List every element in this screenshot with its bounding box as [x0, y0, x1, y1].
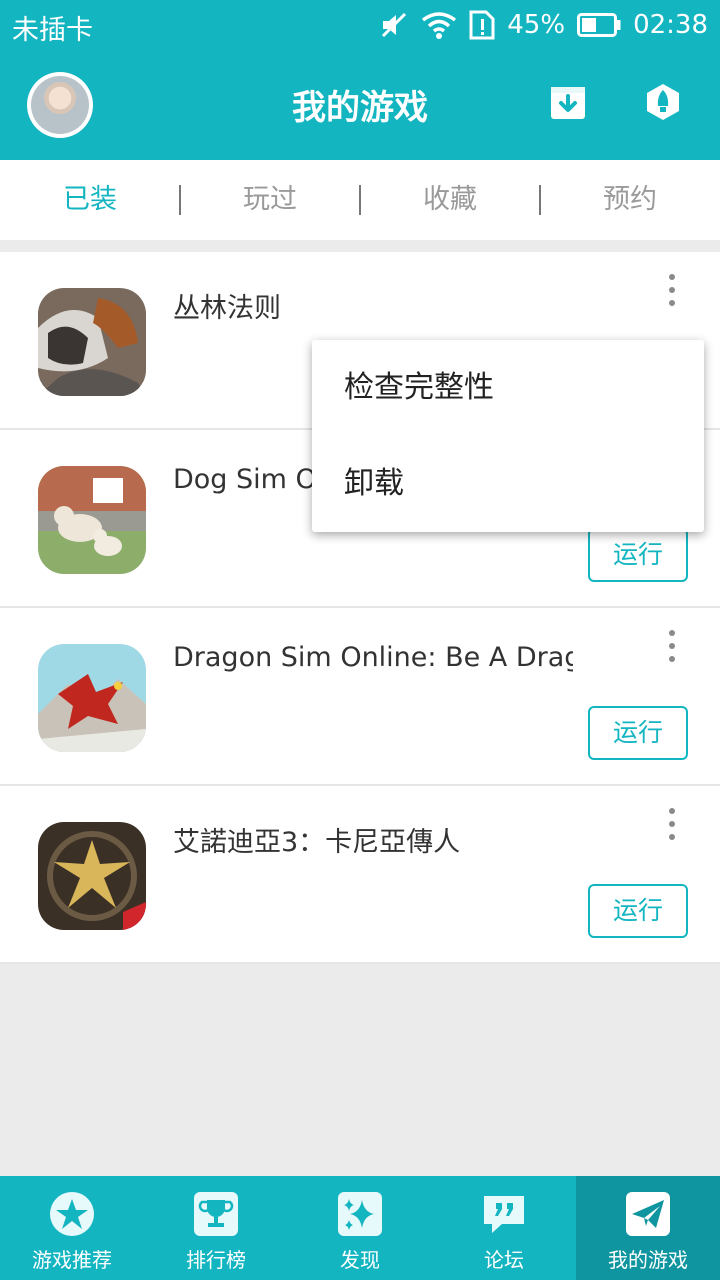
paper-plane-icon — [624, 1190, 672, 1238]
app-header: 我的游戏 — [0, 50, 720, 160]
more-options-icon[interactable] — [662, 630, 682, 662]
game-name: Dragon Sim Online: Be A Drag… — [173, 642, 573, 673]
game-icon-inotia — [38, 822, 146, 930]
mute-icon — [379, 10, 409, 40]
menu-item-check-integrity[interactable]: 检查完整性 — [312, 340, 704, 436]
more-options-icon[interactable] — [662, 808, 682, 840]
game-name: 艾諾迪亞3：卡尼亞傳人 — [173, 827, 461, 858]
wifi-icon — [421, 10, 457, 40]
game-row[interactable]: 艾諾迪亞3：卡尼亞傳人 运行 — [0, 786, 720, 964]
game-name: 丛林法则 — [173, 293, 281, 324]
download-icon — [549, 83, 587, 125]
popup-menu: 检查完整性 卸载 — [312, 340, 704, 532]
nav-label: 发现 — [340, 1248, 380, 1272]
nav-label: 论坛 — [484, 1248, 524, 1272]
tab-reserved[interactable]: 预约 — [539, 160, 720, 240]
game-icon-dog — [38, 466, 146, 574]
status-bar: 未插卡 45% 02:38 — [0, 0, 720, 50]
tab-played[interactable]: 玩过 — [179, 160, 360, 240]
nav-item-ranking[interactable]: 排行榜 — [144, 1176, 288, 1280]
nav-label: 我的游戏 — [608, 1248, 688, 1272]
page-title: 我的游戏 — [292, 88, 428, 128]
download-button[interactable] — [548, 84, 588, 124]
status-icons: 45% 02:38 — [379, 6, 708, 44]
tab-bar: 已装 玩过 收藏 预约 — [0, 160, 720, 240]
tab-favorites[interactable]: 收藏 — [359, 160, 540, 240]
game-name: Dog Sim Or — [173, 464, 328, 495]
carrier-label: 未插卡 — [12, 15, 93, 46]
run-button[interactable]: 运行 — [588, 706, 688, 760]
star-icon — [48, 1190, 96, 1238]
quote-bubble-icon — [480, 1190, 528, 1238]
battery-icon — [577, 12, 621, 38]
nav-item-discover[interactable]: 发现 — [288, 1176, 432, 1280]
nav-item-recommend[interactable]: 游戏推荐 — [0, 1176, 144, 1280]
nav-label: 排行榜 — [186, 1248, 246, 1272]
run-button[interactable]: 运行 — [588, 884, 688, 938]
tab-installed[interactable]: 已装 — [0, 160, 180, 240]
trophy-icon — [192, 1190, 240, 1238]
nav-label: 游戏推荐 — [32, 1248, 112, 1272]
clock: 02:38 — [633, 10, 708, 40]
run-button[interactable]: 运行 — [588, 528, 688, 582]
menu-item-uninstall[interactable]: 卸载 — [312, 436, 704, 532]
more-options-icon[interactable] — [662, 274, 682, 306]
rocket-icon — [643, 82, 683, 126]
game-icon-wolf — [38, 288, 146, 396]
battery-percent: 45% — [507, 10, 566, 40]
bottom-nav: 游戏推荐 排行榜 发现 论坛 我的游戏 — [0, 1176, 720, 1280]
sim-alert-icon — [469, 10, 495, 40]
sparkle-icon — [336, 1190, 384, 1238]
nav-item-forum[interactable]: 论坛 — [432, 1176, 576, 1280]
game-row[interactable]: Dragon Sim Online: Be A Drag… 运行 — [0, 608, 720, 786]
game-icon-dragon — [38, 644, 146, 752]
nav-item-my-games[interactable]: 我的游戏 — [576, 1176, 720, 1280]
boost-button[interactable] — [643, 84, 683, 124]
